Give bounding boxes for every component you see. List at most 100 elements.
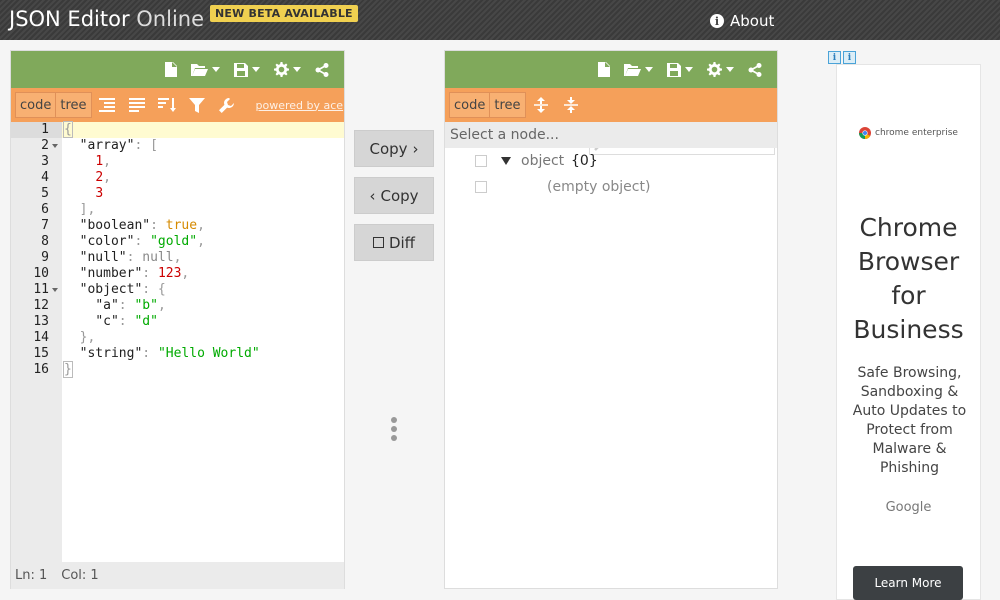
- save-button[interactable]: [227, 51, 267, 88]
- collapse-all-icon: [563, 97, 578, 113]
- wrench-icon: [219, 97, 235, 113]
- mode-tree-button[interactable]: tree: [490, 92, 526, 118]
- gear-icon: [707, 62, 722, 77]
- ad-choices-icon[interactable]: i: [843, 51, 856, 64]
- folder-open-icon: [624, 64, 641, 76]
- right-editor-panel: code tree Select a node... object {0} (e…: [444, 50, 778, 589]
- expand-triangle-icon[interactable]: [501, 157, 511, 165]
- filter-button[interactable]: [182, 88, 212, 122]
- settings-button[interactable]: [267, 51, 308, 88]
- mode-code-button[interactable]: code: [15, 92, 57, 118]
- diff-label: Diff: [388, 233, 416, 252]
- line-number: 13: [33, 314, 49, 329]
- splitter-drag-handle[interactable]: [391, 417, 397, 441]
- code-line: "string": "Hello World": [79, 346, 260, 361]
- compact-button[interactable]: [122, 88, 152, 122]
- ad-brand-text: chrome enterprise: [875, 128, 958, 138]
- advertisement[interactable]: chrome enterprise Chrome Browser for Bus…: [836, 64, 981, 600]
- expand-all-button[interactable]: [526, 88, 556, 122]
- chevron-right-icon: ›: [412, 139, 419, 158]
- ad-info-icon[interactable]: i: [828, 51, 841, 64]
- compact-json-icon: [128, 98, 145, 112]
- right-main-menu: [445, 51, 777, 88]
- copy-left-button[interactable]: ‹ Copy: [354, 177, 434, 214]
- line-number: 10: [33, 266, 49, 281]
- new-document-button[interactable]: [158, 51, 184, 88]
- beta-badge[interactable]: NEW BETA AVAILABLE: [210, 5, 358, 22]
- share-button[interactable]: [308, 51, 336, 88]
- repair-button[interactable]: [212, 88, 242, 122]
- code-line: "c": "d": [95, 314, 158, 329]
- code-line: "a": "b",: [95, 298, 166, 313]
- app-logo[interactable]: JSON Editor Online: [9, 7, 204, 31]
- save-icon: [667, 62, 681, 77]
- diff-button[interactable]: Diff: [354, 224, 434, 261]
- line-number: 12: [33, 298, 49, 313]
- mode-code-button[interactable]: code: [449, 92, 491, 118]
- fold-toggle-icon[interactable]: [52, 144, 58, 148]
- chevron-down-icon: [212, 67, 220, 72]
- expand-all-icon: [533, 97, 548, 113]
- save-button[interactable]: [660, 51, 700, 88]
- line-number: 14: [33, 330, 49, 345]
- ad-body-text: Safe Browsing, Sandboxing & Auto Updates…: [852, 365, 967, 476]
- code-line: 1,: [95, 154, 111, 169]
- node-value: {0}: [571, 153, 598, 169]
- logo-text-thin: Online: [136, 7, 205, 31]
- open-button[interactable]: [617, 51, 660, 88]
- right-toolbar: code tree: [445, 88, 777, 155]
- mode-tree-button[interactable]: tree: [56, 92, 92, 118]
- chevron-down-icon: [293, 67, 301, 72]
- new-document-button[interactable]: [591, 51, 617, 88]
- new-document-icon: [598, 62, 610, 77]
- node-select-checkbox[interactable]: [475, 155, 487, 167]
- logo-text-bold: JSON Editor: [9, 7, 130, 31]
- copy-right-button[interactable]: Copy ›: [354, 130, 434, 167]
- learn-more-button[interactable]: Learn More: [853, 566, 963, 600]
- code-line: "number": 123,: [79, 266, 190, 281]
- tree-node-root[interactable]: object {0}: [445, 148, 777, 174]
- line-number: 7: [41, 218, 49, 233]
- line-number: 4: [41, 170, 49, 185]
- drag-dot: [391, 426, 397, 432]
- code-editor[interactable]: { "array": [ 1, 2, 3 ], "boolean": true,…: [62, 121, 344, 562]
- powered-by-ace-link[interactable]: powered by ace: [256, 99, 344, 112]
- drag-dot: [391, 435, 397, 441]
- settings-button[interactable]: [700, 51, 741, 88]
- line-number: 11: [11, 282, 62, 298]
- format-button[interactable]: [92, 88, 122, 122]
- sort-icon: [157, 98, 176, 112]
- ad-choices[interactable]: i i: [828, 51, 856, 64]
- open-button[interactable]: [184, 51, 227, 88]
- empty-object-label: (empty object): [547, 179, 651, 195]
- chevron-down-icon: [726, 67, 734, 72]
- line-number: 2: [11, 138, 62, 154]
- code-line: "null": null,: [79, 250, 182, 265]
- code-line: "object": {: [79, 282, 166, 297]
- app-header: JSON Editor Online NEW BETA AVAILABLE i …: [0, 0, 1000, 40]
- tree-node-empty: (empty object): [445, 174, 777, 200]
- cursor-line: Ln: 1: [15, 568, 48, 583]
- sort-button[interactable]: [152, 88, 182, 122]
- fold-toggle-icon[interactable]: [52, 288, 58, 292]
- checkbox-icon: [372, 237, 384, 248]
- share-button[interactable]: [741, 51, 769, 88]
- node-select-checkbox[interactable]: [475, 181, 487, 193]
- node-navigation-bar[interactable]: Select a node...: [445, 122, 777, 148]
- about-link[interactable]: i About: [710, 12, 774, 30]
- status-bar: Ln: 1 Col: 1: [11, 562, 344, 589]
- line-number: 15: [33, 346, 49, 361]
- ad-sponsor: Google: [885, 500, 932, 515]
- line-number: 6: [41, 202, 49, 217]
- node-field: object: [521, 153, 565, 169]
- info-icon: i: [710, 14, 724, 28]
- copy-left-label: Copy: [380, 186, 419, 205]
- collapse-all-button[interactable]: [556, 88, 586, 122]
- line-number: 3: [41, 154, 49, 169]
- ad-headline: Chrome Browser for Business: [853, 213, 964, 344]
- line-number-gutter: 1 2 3 4 5 6 7 8 9 10 11 12 13 14 15 16: [11, 122, 62, 562]
- code-line: "boolean": true,: [79, 218, 205, 233]
- ad-brand: chrome enterprise: [837, 127, 980, 139]
- chevron-down-icon: [685, 67, 693, 72]
- drag-dot: [391, 417, 397, 423]
